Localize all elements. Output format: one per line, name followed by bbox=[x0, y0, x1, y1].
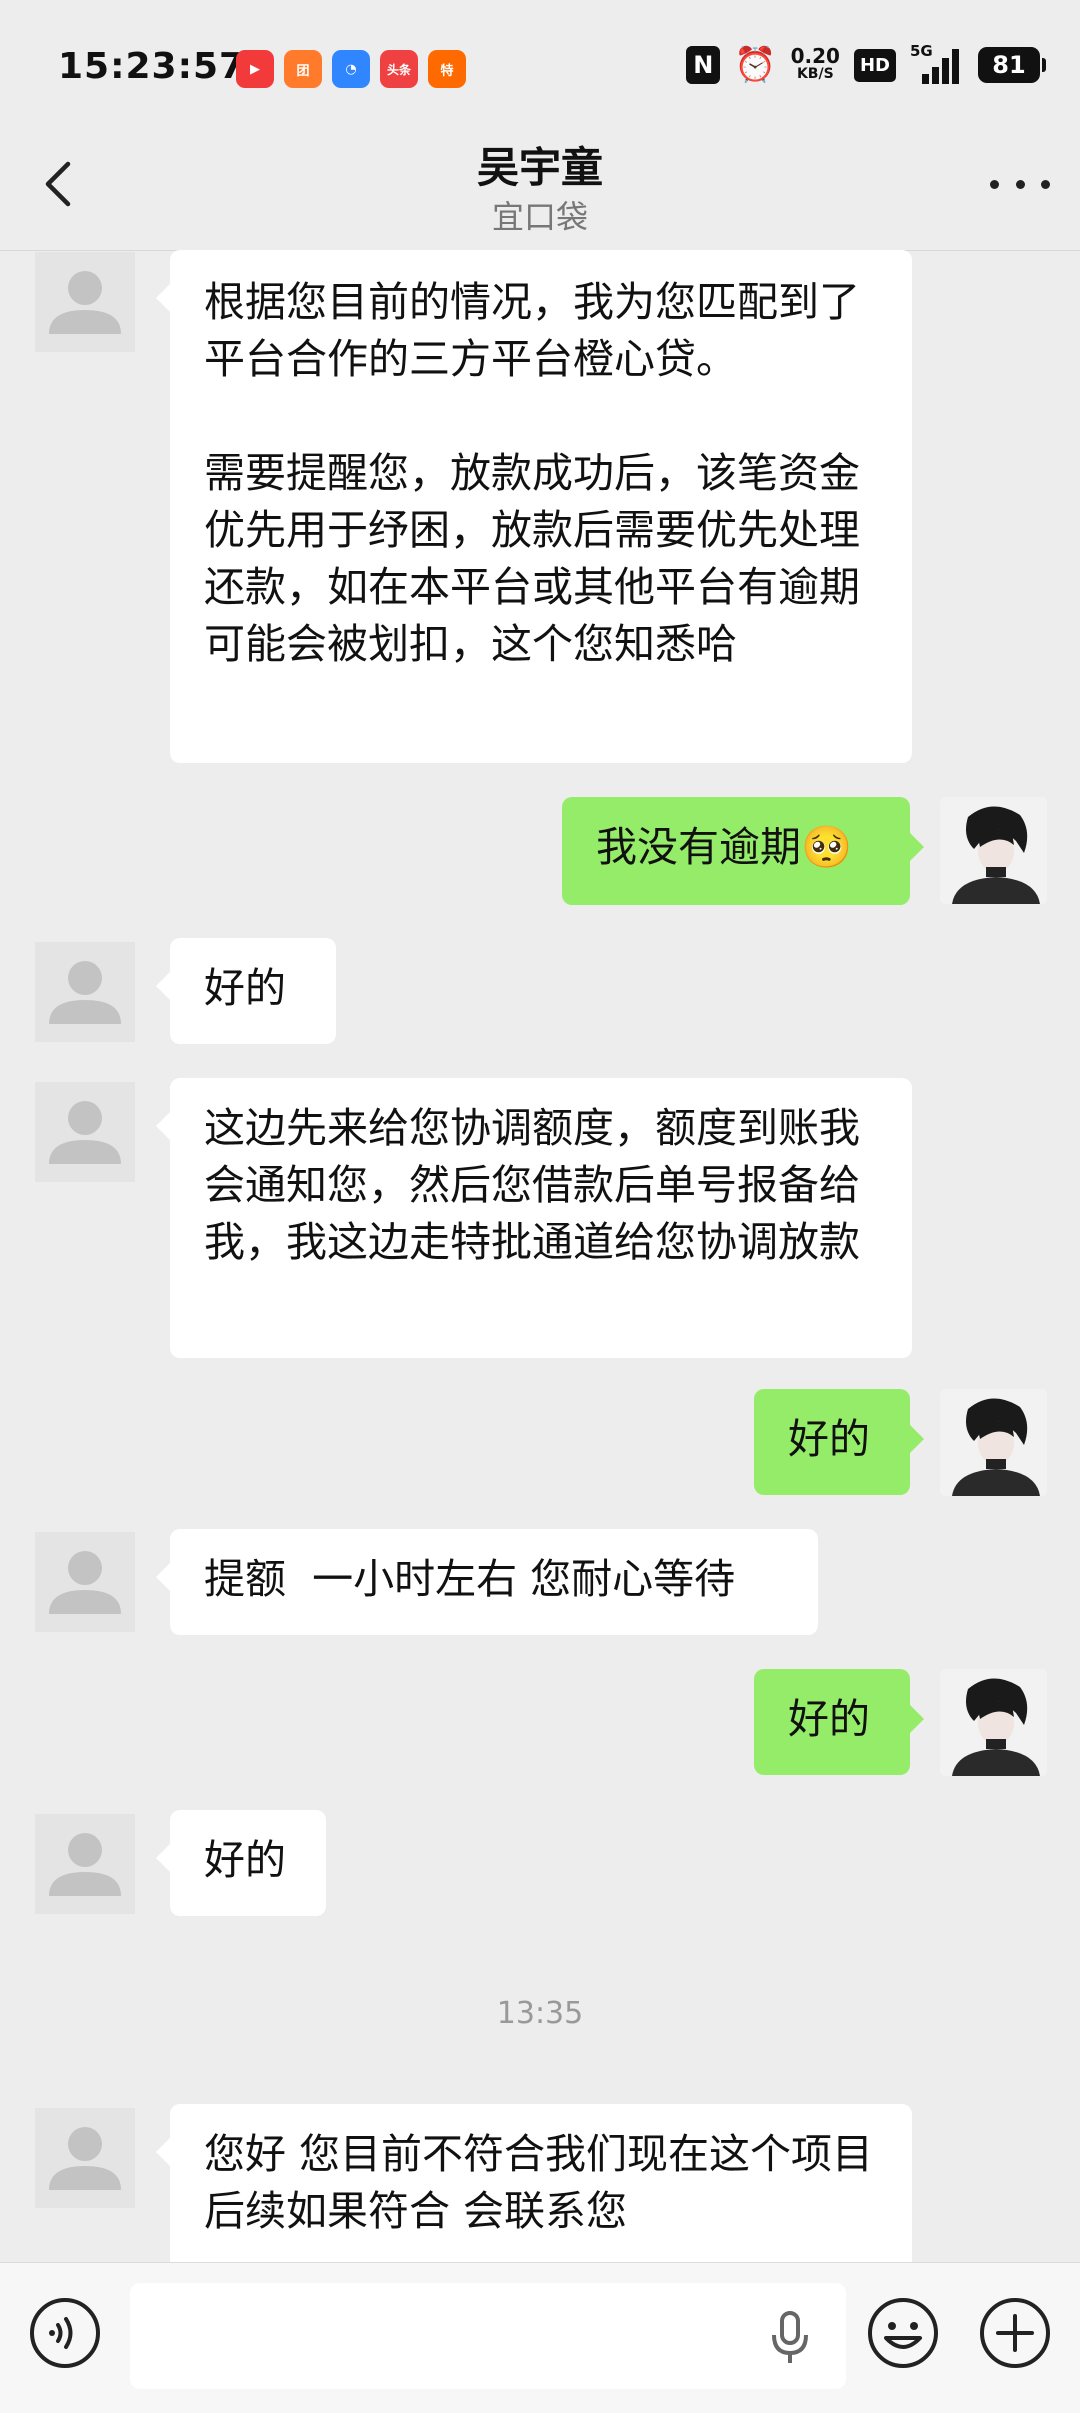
video-app-icon: ▶ bbox=[236, 50, 274, 88]
contact-avatar[interactable] bbox=[35, 2108, 135, 2208]
more-dot bbox=[1015, 179, 1025, 189]
hd-icon: HD bbox=[853, 48, 896, 82]
default-avatar-icon bbox=[35, 1814, 135, 1914]
battery-icon: 81 bbox=[978, 47, 1046, 83]
message-input[interactable] bbox=[130, 2283, 846, 2389]
default-avatar-icon bbox=[35, 1082, 135, 1182]
user-avatar-image bbox=[940, 1389, 1047, 1496]
user-avatar-image bbox=[940, 1669, 1047, 1776]
chat-header: 吴宇童 宜口袋 bbox=[0, 130, 1080, 251]
message-timestamp: 13:35 bbox=[496, 1996, 584, 2031]
contact-avatar[interactable] bbox=[35, 942, 135, 1042]
message-bubble[interactable]: 我没有逾期🥺 bbox=[562, 797, 924, 905]
notification-icons: ▶ 团 ◔ 头条 特 bbox=[236, 50, 466, 88]
message-bubble[interactable]: 好的 bbox=[156, 1810, 326, 1916]
default-avatar-icon bbox=[35, 942, 135, 1042]
status-bar: 15:23:57 ▶ 团 ◔ 头条 特 N ⏰ 0.20 KB/S HD 5G … bbox=[0, 0, 1080, 130]
toutiao-app-icon: 头条 bbox=[380, 50, 418, 88]
browser-app-icon: ◔ bbox=[332, 50, 370, 88]
message-bubble[interactable]: 好的 bbox=[754, 1669, 924, 1775]
message-bubble[interactable]: 好的 bbox=[754, 1389, 924, 1495]
signal-icon: 5G bbox=[910, 42, 964, 84]
taobao-special-app-icon: 特 bbox=[428, 50, 466, 88]
message-bubble[interactable]: 您好 您目前不符合我们现在这个项目 后续如果符合 会联系您 bbox=[156, 2104, 912, 2262]
contact-avatar[interactable] bbox=[35, 1814, 135, 1914]
status-time: 15:23:57 bbox=[58, 46, 246, 87]
mic-icon[interactable] bbox=[768, 2309, 812, 2365]
user-avatar[interactable] bbox=[940, 1389, 1047, 1496]
default-avatar-icon bbox=[35, 252, 135, 352]
voice-icon bbox=[30, 2298, 100, 2368]
message-bubble[interactable]: 根据您目前的情况，我为您匹配到了平台合作的三方平台橙心贷。 需要提醒您，放款成功… bbox=[156, 250, 912, 763]
shopping-app-icon: 团 bbox=[284, 50, 322, 88]
voice-toggle-button[interactable] bbox=[28, 2296, 102, 2370]
message-bubble[interactable]: 提额 一小时左右 您耐心等待 bbox=[156, 1529, 818, 1635]
nfc-icon: N bbox=[686, 46, 721, 84]
more-dot bbox=[990, 179, 999, 189]
network-speed: 0.20 KB/S bbox=[790, 44, 840, 82]
status-indicators: N ⏰ 0.20 KB/S HD 5G 81 bbox=[686, 42, 1046, 85]
default-avatar-icon bbox=[35, 1532, 135, 1632]
input-bar bbox=[0, 2262, 1080, 2413]
alarm-icon: ⏰ bbox=[734, 45, 777, 85]
emoji-icon bbox=[868, 2298, 938, 2368]
contact-avatar[interactable] bbox=[35, 252, 135, 352]
contact-name: 吴宇童 bbox=[476, 143, 603, 192]
more-functions-button[interactable] bbox=[978, 2296, 1052, 2370]
default-avatar-icon bbox=[35, 2108, 135, 2208]
more-dot bbox=[1041, 179, 1050, 189]
contact-avatar[interactable] bbox=[35, 1082, 135, 1182]
message-bubble[interactable]: 好的 bbox=[156, 938, 336, 1044]
contact-avatar[interactable] bbox=[35, 1532, 135, 1632]
user-avatar[interactable] bbox=[940, 797, 1047, 904]
user-avatar-image bbox=[940, 797, 1047, 904]
more-options-button[interactable] bbox=[990, 164, 1050, 204]
user-avatar[interactable] bbox=[940, 1669, 1047, 1776]
plus-icon bbox=[980, 2298, 1050, 2368]
message-bubble[interactable]: 这边先来给您协调额度，额度到账我会通知您，然后您借款后单号报备给我，我这边走特批… bbox=[156, 1078, 912, 1358]
contact-subtitle: 宜口袋 bbox=[491, 198, 588, 236]
emoji-button[interactable] bbox=[866, 2296, 940, 2370]
